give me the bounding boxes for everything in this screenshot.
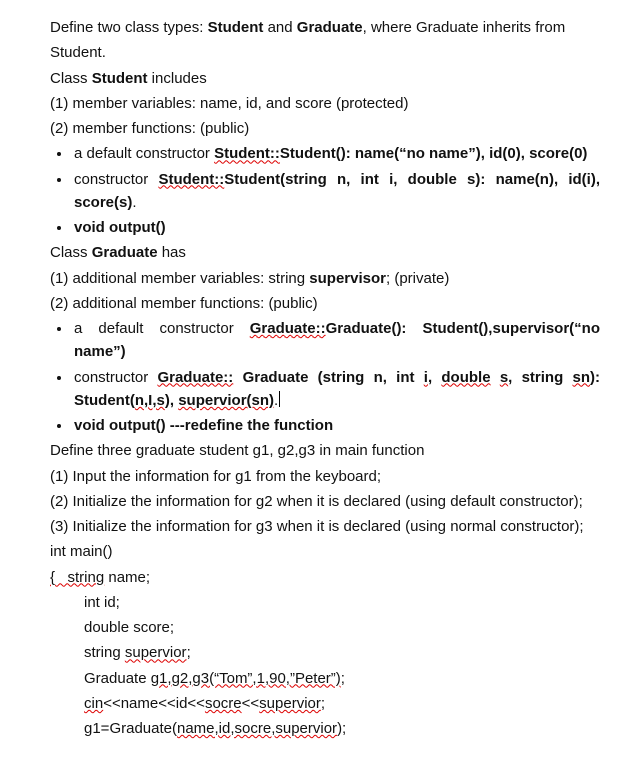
student-members-1: (1) member variables: name, id, and scor… <box>50 92 600 115</box>
code-line: string supervior; <box>50 641 600 664</box>
list-item: a default constructor Student::Student()… <box>72 142 600 165</box>
code-line: cin<<name<<id<<socre<<supervior; <box>50 692 600 715</box>
intro-line-2: Student. <box>50 41 600 64</box>
code-misspell-supervior: supervior <box>259 695 321 712</box>
document-page: Define two class types: Student and Grad… <box>0 0 644 762</box>
code-args: name,id,socre,supervior <box>177 720 337 737</box>
graduate-members-2: (2) additional member functions: (public… <box>50 292 600 315</box>
text: constructor <box>74 369 157 386</box>
text: ): <box>590 369 600 386</box>
main-desc-3: (2) Initialize the information for g2 wh… <box>50 490 600 513</box>
constructor-scope: Graduate:: <box>157 369 233 386</box>
keyword-supervisor: supervisor <box>309 270 386 287</box>
code-line: { string name; <box>50 566 600 589</box>
code-line: Graduate g1,g2,g3(“Tom”,1,90,”Peter”); <box>50 667 600 690</box>
code-misspell-supervior: supervior <box>125 644 187 661</box>
constructor-scope: Graduate:: <box>250 320 326 337</box>
list-item: constructor Student::Student(string n, i… <box>72 168 600 215</box>
constructor-sig: Student(): name(“no name”), id(0), score… <box>280 145 588 162</box>
code-line: g1=Graduate(name,id,socre,supervior); <box>50 717 600 740</box>
param-double: double <box>441 369 490 386</box>
code-text: ; <box>187 644 191 661</box>
code-text: ); <box>337 720 346 737</box>
text: , string <box>508 369 572 386</box>
text: has <box>158 244 186 261</box>
code-line: double score; <box>50 616 600 639</box>
intro-line-1: Define two class types: Student and Grad… <box>50 16 600 39</box>
student-members-2: (2) member functions: (public) <box>50 117 600 140</box>
text: , where Graduate inherits from <box>363 19 566 36</box>
param-nls: n,I,s <box>135 392 165 409</box>
text: Define two class types: <box>50 19 208 36</box>
func-output: void output() <box>74 219 166 236</box>
code-text: ; <box>341 670 345 687</box>
text: Class <box>50 70 92 87</box>
constructor-sig: Graduate (string n, int <box>243 369 424 386</box>
code-cin: cin <box>84 695 103 712</box>
code-line: int main() <box>50 540 600 563</box>
keyword-graduate: Graduate <box>297 19 363 36</box>
code-kw-string: string <box>55 569 104 586</box>
list-item: constructor Graduate:: Graduate (string … <box>72 366 600 413</box>
graduate-functions-list: a default constructor Graduate::Graduate… <box>50 317 600 437</box>
list-item: a default constructor Graduate::Graduate… <box>72 317 600 364</box>
text: . <box>132 194 136 211</box>
list-item: void output() ---redefine the function <box>72 414 600 437</box>
code-text: <<name<<id<< <box>103 695 205 712</box>
list-item: void output() <box>72 216 600 239</box>
student-functions-list: a default constructor Student::Student()… <box>50 142 600 239</box>
text: constructor <box>74 171 158 188</box>
text <box>491 369 500 386</box>
graduate-heading: Class Graduate has <box>50 241 600 264</box>
code-text: string <box>84 644 125 661</box>
param-sn: sn <box>573 369 591 386</box>
keyword-student: Student <box>208 19 264 36</box>
text-cursor <box>279 391 280 408</box>
text: a default constructor <box>74 320 250 337</box>
code-line: int id; <box>50 591 600 614</box>
code-misspell-socre: socre <box>205 695 242 712</box>
text: includes <box>148 70 207 87</box>
text: Class <box>50 244 92 261</box>
keyword-student: Student <box>92 70 148 87</box>
text: a default constructor <box>74 145 214 162</box>
text <box>233 369 242 386</box>
code-text: name; <box>104 569 150 586</box>
constructor-scope: Student:: <box>214 145 280 162</box>
graduate-members-1: (1) additional member variables: string … <box>50 267 600 290</box>
student-heading: Class Student includes <box>50 67 600 90</box>
text: . <box>274 392 278 409</box>
main-desc-1: Define three graduate student g1, g2,g3 … <box>50 439 600 462</box>
code-text: << <box>242 695 260 712</box>
main-desc-2: (1) Input the information for g1 from th… <box>50 465 600 488</box>
code-text: Graduate <box>84 670 151 687</box>
code-text: ; <box>321 695 325 712</box>
main-desc-4: (3) Initialize the information for g3 wh… <box>50 515 600 538</box>
constructor-scope: Student:: <box>158 171 224 188</box>
func-output-redefine: void output() ---redefine the function <box>74 417 333 434</box>
param-supervior: supervior(sn) <box>178 392 274 409</box>
text: Student( <box>74 392 135 409</box>
keyword-graduate: Graduate <box>92 244 158 261</box>
text: , <box>428 369 441 386</box>
text: (1) additional member variables: string <box>50 270 309 287</box>
text: ), <box>165 392 178 409</box>
text: and <box>263 19 296 36</box>
text: ; (private) <box>386 270 449 287</box>
param-s: s <box>500 369 508 386</box>
code-declaration: g1,g2,g3(“Tom”,1,90,”Peter”) <box>151 670 341 687</box>
code-text: g1=Graduate( <box>84 720 177 737</box>
